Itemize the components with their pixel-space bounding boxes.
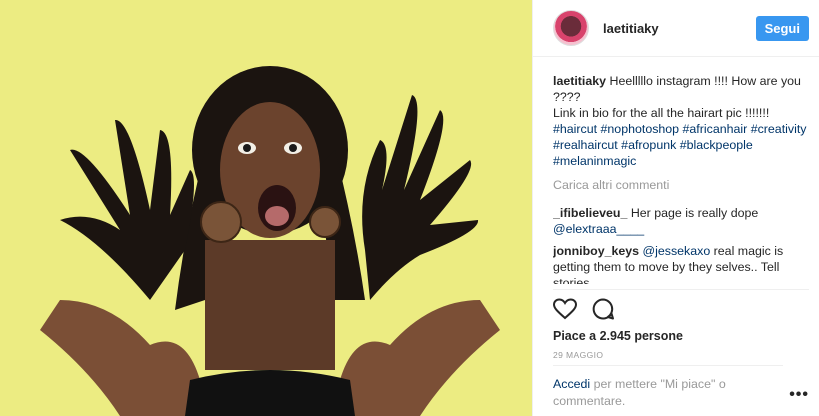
follow-button[interactable]: Segui <box>755 15 809 41</box>
load-more-comments-link[interactable]: Carica altri commenti <box>553 177 809 193</box>
comment-mention[interactable]: @elextraaa____ <box>553 222 644 236</box>
comment-username[interactable]: _ifibelieveu_ <box>553 206 627 220</box>
post-header: laetitiaky Segui <box>533 0 819 57</box>
comment-item: jonniboy_keys @jessekaxo real magic is g… <box>553 243 809 284</box>
avatar[interactable] <box>553 10 589 46</box>
username[interactable]: laetitiaky <box>603 21 756 36</box>
caption-username[interactable]: laetitiaky <box>553 74 606 88</box>
login-prompt: Accedi per mettere "Mi piace" o commenta… <box>553 365 783 410</box>
comment-username[interactable]: jonniboy_keys <box>553 244 639 258</box>
instagram-post: laetitiaky Segui laetitiaky Heelllllo in… <box>0 0 819 416</box>
caption-hashtags[interactable]: #haircut #nophotoshop #africanhair #crea… <box>553 122 806 168</box>
comment-mention[interactable]: @jessekaxo <box>643 244 711 258</box>
comment-icon[interactable] <box>591 297 615 321</box>
post-date: 29 MAGGIO <box>553 350 604 360</box>
comment-item: _ifibelieveu_ Her page is really dope @e… <box>553 205 809 237</box>
photo-illustration <box>0 0 532 416</box>
post-sidebar: laetitiaky Segui laetitiaky Heelllllo in… <box>532 0 819 416</box>
comments-section: laetitiaky Heelllllo instagram !!!! How … <box>553 73 809 284</box>
action-icons <box>553 295 809 323</box>
more-options-icon[interactable]: ••• <box>789 386 809 404</box>
heart-icon[interactable] <box>553 298 577 320</box>
likes-count[interactable]: Piace a 2.945 persone <box>553 329 809 343</box>
login-link[interactable]: Accedi <box>553 377 590 391</box>
post-photo[interactable] <box>0 0 532 416</box>
post-actions: Piace a 2.945 persone 29 MAGGIO <box>553 289 809 360</box>
caption: laetitiaky Heelllllo instagram !!!! How … <box>553 73 809 169</box>
comment-text: Her page is really dope <box>627 206 759 220</box>
